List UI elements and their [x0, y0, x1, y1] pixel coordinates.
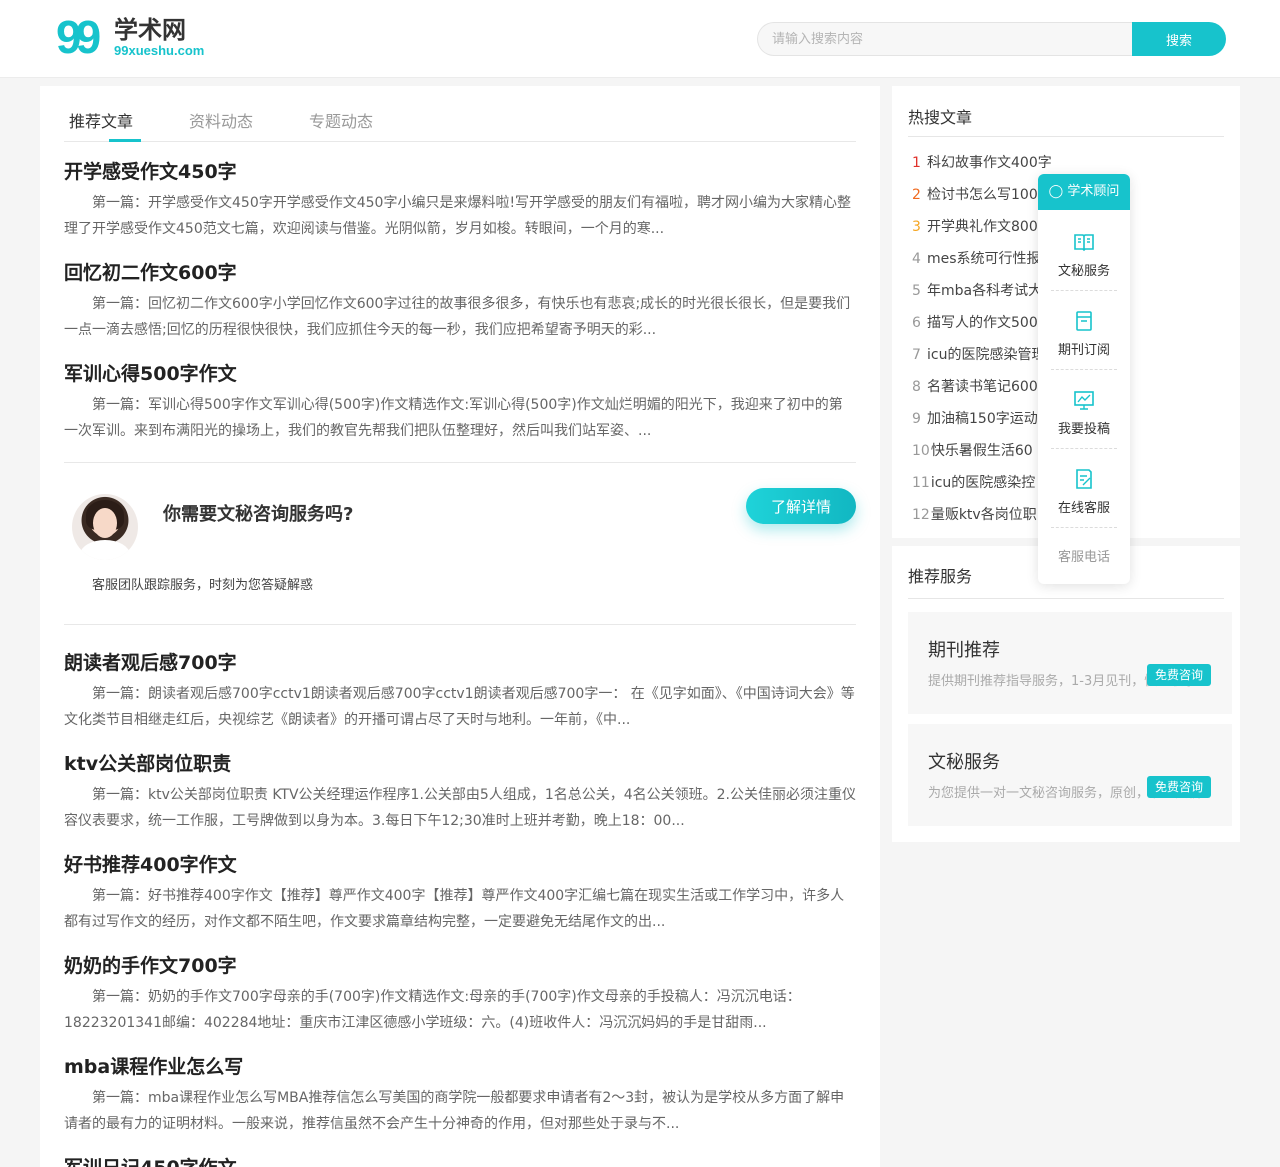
tab-recommended[interactable]: 推荐文章	[69, 108, 133, 132]
float-item-journal-subscribe[interactable]: 期刊订阅	[1038, 293, 1130, 372]
active-tab-indicator	[109, 139, 141, 142]
book-icon	[1074, 234, 1094, 252]
hot-item[interactable]: 1 科幻故事作文400字	[912, 152, 1212, 172]
section-divider	[64, 462, 856, 463]
tab-materials[interactable]: 资料动态	[189, 108, 253, 132]
logo-chinese-name: 学术网	[114, 16, 186, 44]
article-excerpt: 第一篇：mba课程作业怎么写MBA推荐信怎么写美国的商学院一般都要求申请者有2～…	[64, 1090, 845, 1132]
consult-promo: 你需要文秘咨询服务吗? 客服团队跟踪服务，时刻为您答疑解惑 了解详情	[64, 486, 856, 606]
article-item[interactable]: ktv公关部岗位职责 第一篇：ktv公关部岗位职责 KTV公关经理运作程序1.公…	[64, 752, 856, 834]
logo-domain: 99xueshu.com	[114, 43, 205, 58]
article-title[interactable]: 朗读者观后感700字	[64, 651, 856, 675]
float-item-submit[interactable]: 我要投稿	[1038, 372, 1130, 451]
promo-title: 你需要文秘咨询服务吗?	[163, 504, 354, 525]
site-logo[interactable]: 99 学术网 99xueshu.com	[56, 12, 226, 62]
article-title[interactable]: 开学感受作文450字	[64, 160, 856, 184]
service-card-secretary[interactable]: 文秘服务 为您提供一对一文秘咨询服务，原创，准时交稿 免费咨询	[908, 724, 1232, 826]
service-card-title: 文秘服务	[928, 752, 1000, 773]
search-button[interactable]: 搜索	[1132, 22, 1226, 56]
article-item[interactable]: 开学感受作文450字 第一篇：开学感受作文450字开学感受作文450字小编只是来…	[64, 160, 856, 242]
article-title[interactable]: 军训日记450字作文	[64, 1156, 856, 1167]
article-excerpt: 第一篇：朗读者观后感700字cctv1朗读者观后感700字cctv1朗读者观后感…	[64, 686, 855, 728]
customer-service-avatar	[72, 494, 138, 560]
article-excerpt: 第一篇：军训心得500字作文军训心得(500字)作文精选作文:军训心得(500字…	[64, 397, 843, 439]
academic-advisor-panel: ◯ 学术顾问 文秘服务 期刊订阅 我要投稿 在线客服 客服电话	[1038, 174, 1130, 584]
article-title[interactable]: 回忆初二作文600字	[64, 261, 856, 285]
article-item[interactable]: 军训日记450字作文	[64, 1156, 856, 1167]
article-item[interactable]: 好书推荐400字作文 第一篇：好书推荐400字作文【推荐】尊严作文400字【推荐…	[64, 853, 856, 935]
upload-icon	[1074, 391, 1094, 410]
float-item-online-support[interactable]: 在线客服	[1038, 451, 1130, 530]
article-excerpt: 第一篇：ktv公关部岗位职责 KTV公关经理运作程序1.公关部由5人组成，1名总…	[64, 787, 856, 829]
article-title[interactable]: 军训心得500字作文	[64, 362, 856, 386]
article-item[interactable]: 朗读者观后感700字 第一篇：朗读者观后感700字cctv1朗读者观后感700字…	[64, 651, 856, 733]
article-title[interactable]: mba课程作业怎么写	[64, 1055, 856, 1079]
services-title: 推荐服务	[908, 567, 973, 586]
free-consult-badge[interactable]: 免费咨询	[1147, 664, 1212, 686]
article-item[interactable]: mba课程作业怎么写 第一篇：mba课程作业怎么写MBA推荐信怎么写美国的商学院…	[64, 1055, 856, 1137]
article-excerpt: 第一篇：回忆初二作文600字小学回忆作文600字过往的故事很多很多，有快乐也有悲…	[64, 296, 851, 338]
learn-more-button[interactable]: 了解详情	[746, 488, 856, 524]
journal-icon	[1076, 311, 1092, 331]
hot-articles-title: 热搜文章	[908, 108, 973, 127]
article-title[interactable]: 奶奶的手作文700字	[64, 954, 856, 978]
article-tabs: 推荐文章 资料动态 专题动态	[64, 86, 856, 142]
article-excerpt: 第一篇：开学感受作文450字开学感受作文450字小编只是来爆料啦!写开学感受的朋…	[64, 195, 852, 237]
headset-icon: ◯	[1048, 184, 1064, 199]
promo-subtitle: 客服团队跟踪服务，时刻为您答疑解惑	[92, 578, 314, 593]
service-card-title: 期刊推荐	[928, 640, 1000, 661]
article-title[interactable]: 好书推荐400字作文	[64, 853, 856, 877]
tab-topics[interactable]: 专题动态	[309, 108, 373, 132]
article-excerpt: 第一篇：好书推荐400字作文【推荐】尊严作文400字【推荐】尊严作文400字汇编…	[64, 888, 845, 930]
service-card-journal[interactable]: 期刊推荐 提供期刊推荐指导服务，1-3月见刊，快速收录 免费咨询	[908, 612, 1232, 714]
main-content: 推荐文章 资料动态 专题动态 开学感受作文450字 第一篇：开学感受作文450字…	[40, 86, 880, 1167]
support-phone-link[interactable]: 客服电话	[1038, 546, 1130, 565]
article-item[interactable]: 军训心得500字作文 第一篇：军训心得500字作文军训心得(500字)作文精选作…	[64, 362, 856, 444]
article-excerpt: 第一篇：奶奶的手作文700字母亲的手(700字)作文精选作文:母亲的手(700字…	[64, 989, 801, 1031]
site-header: 99 学术网 99xueshu.com 搜索	[0, 0, 1280, 78]
float-item-secretary-service[interactable]: 文秘服务	[1038, 214, 1130, 293]
article-item[interactable]: 奶奶的手作文700字 第一篇：奶奶的手作文700字母亲的手(700字)作文精选作…	[64, 954, 856, 1036]
free-consult-badge[interactable]: 免费咨询	[1147, 776, 1212, 798]
article-item[interactable]: 回忆初二作文600字 第一篇：回忆初二作文600字小学回忆作文600字过往的故事…	[64, 261, 856, 343]
edit-doc-icon	[1076, 469, 1092, 489]
search-input[interactable]	[757, 22, 1132, 56]
advisor-header[interactable]: ◯ 学术顾问	[1038, 174, 1130, 210]
logo-digits: 99	[56, 11, 101, 63]
article-title[interactable]: ktv公关部岗位职责	[64, 752, 856, 776]
section-divider	[64, 624, 856, 625]
recommended-services-panel: 推荐服务 期刊推荐 提供期刊推荐指导服务，1-3月见刊，快速收录 免费咨询 文秘…	[892, 546, 1240, 842]
